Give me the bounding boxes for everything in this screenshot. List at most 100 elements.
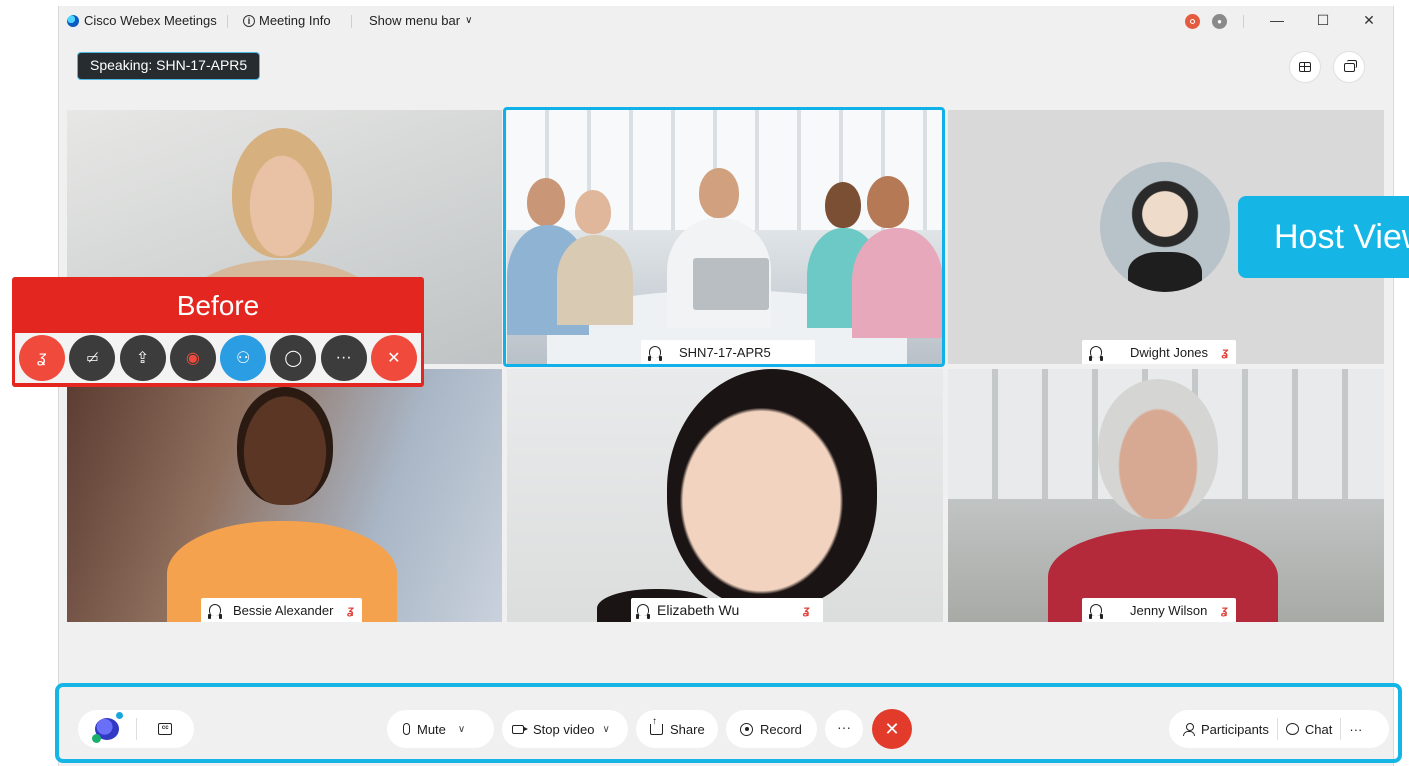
title-divider [351,15,352,28]
old-leave-button[interactable]: ✕ [370,335,417,381]
participant-video [232,128,332,258]
video-tile-5[interactable]: Elizabeth Wu ʓ [507,369,943,622]
before-title: Before [176,290,260,321]
chat-label: Chat [1304,721,1333,737]
old-mute-button[interactable]: ʓ [19,335,66,381]
info-icon: i [243,14,255,27]
participants-icon: ⚇ [235,350,251,367]
share-icon: ⇪ [135,350,150,367]
left-toolbar-group: cc [78,710,194,748]
headset-icon [1089,346,1103,361]
record-button[interactable]: Record [726,710,817,748]
old-record-button[interactable]: ◉ [169,335,216,381]
webex-logo-icon [67,14,79,27]
minimize-button[interactable]: — [1265,10,1289,30]
closed-captions-icon: cc [158,723,173,735]
participant-name: Dwight Jones [1130,344,1209,360]
stop-video-label-group: Stop video [502,722,594,737]
maximize-button[interactable]: ☐ [1311,10,1335,30]
microphone-icon [403,723,410,735]
show-menu-bar-button[interactable]: Show menu bar ∨ [369,13,472,28]
stop-video-label: Stop video [533,721,595,737]
show-menu-bar-label: Show menu bar [369,13,461,28]
old-control-bar: ʓ ▭̸ ⇪ ◉ ⚇ ◯ ··· ✕ [15,333,421,383]
participants-icon [1183,722,1195,736]
share-button[interactable]: Share [636,710,718,748]
participants-label: Participants [1201,721,1269,737]
pop-out-icon [1343,59,1357,72]
panel-more-button[interactable]: ··· [1341,722,1370,737]
old-more-button[interactable]: ··· [320,335,367,381]
share-icon [650,717,663,735]
before-callout: Before ʓ ▭̸ ⇪ ◉ ⚇ ◯ ··· ✕ [12,277,424,387]
participants-button[interactable]: Participants [1169,722,1277,737]
participant-video [699,168,739,218]
headset-icon [636,604,650,619]
muted-mic-icon: ʓ [1222,345,1229,359]
chat-icon: ◯ [284,350,303,367]
record-icon [740,722,753,736]
title-divider [1243,15,1244,28]
participant-video [867,176,909,228]
title-divider [227,15,228,28]
headset-icon [208,604,222,619]
host-view-callout: Host View [1238,196,1409,278]
leave-meeting-button[interactable]: ✕ [872,709,912,749]
participant-video [1098,379,1218,519]
participant-video [825,182,861,228]
avatar-suit [1128,252,1202,292]
mute-options-dropdown[interactable]: ∨ [446,724,475,735]
meeting-info-button[interactable]: i Meeting Info [243,13,331,28]
chat-icon [1285,723,1299,735]
muted-mic-icon: ʓ [803,603,810,617]
grid-layout-button[interactable] [1289,51,1321,83]
old-share-button[interactable]: ⇪ [119,335,166,381]
headset-icon [648,346,662,361]
participant-video [527,178,565,226]
share-label-group: Share [636,717,705,737]
participant-avatar [1100,162,1230,292]
video-tile-4[interactable]: Bessie Alexander ʓ [67,369,502,622]
participant-name-tag: Bessie Alexander ʓ [201,598,362,622]
muted-mic-icon: ʓ [38,349,47,366]
grid-view-icon [1299,62,1311,72]
close-window-button[interactable]: ✕ [1357,10,1381,30]
muted-mic-icon: ʓ [1221,603,1228,617]
stop-video-button[interactable]: Stop video ∨ [502,710,628,748]
old-video-button[interactable]: ▭̸ [69,335,116,381]
old-participants-button[interactable]: ⚇ [220,335,267,381]
mute-button[interactable]: Mute ∨ [387,710,494,748]
more-options-button[interactable]: ··· [825,710,863,748]
recording-indicator-icon[interactable] [1185,14,1200,29]
right-toolbar-group: Participants Chat ··· [1169,710,1389,748]
title-bar: Cisco Webex Meetings i Meeting Info Show… [59,6,1393,36]
webex-assistant-button[interactable] [78,712,136,743]
video-tile-6[interactable]: Jenny Wilson ʓ [948,369,1384,622]
record-icon: ◉ [185,350,200,367]
video-tile-2[interactable]: SHN7-17-APR5 [507,110,943,364]
closed-captions-button[interactable]: cc [136,723,194,735]
mute-label-group: Mute [387,722,446,737]
lock-indicator-icon[interactable]: ● [1212,14,1227,29]
participant-video [852,228,943,338]
pop-out-button[interactable] [1333,51,1365,83]
mute-label: Mute [417,721,446,737]
close-icon: ✕ [387,350,401,367]
chat-button[interactable]: Chat [1278,722,1340,737]
participant-name: SHN7-17-APR5 [679,344,771,360]
participant-name-tag: Dwight Jones ʓ [1082,340,1237,364]
participant-video [557,235,633,325]
active-speaker-badge: Speaking: SHN-17-APR5 [77,52,261,80]
participant-name-tag: SHN7-17-APR5 [641,340,815,364]
old-chat-button[interactable]: ◯ [270,335,317,381]
share-label: Share [670,721,705,737]
participant-video [237,387,333,505]
headset-icon [1089,604,1103,619]
record-label: Record [760,721,802,737]
participant-video [575,190,611,234]
video-options-dropdown[interactable]: ∨ [594,724,619,735]
video-off-icon: ▭̸ [86,350,99,365]
laptop [693,258,769,310]
meeting-info-label: Meeting Info [259,13,331,28]
participant-name-tag: Jenny Wilson ʓ [1082,598,1236,622]
